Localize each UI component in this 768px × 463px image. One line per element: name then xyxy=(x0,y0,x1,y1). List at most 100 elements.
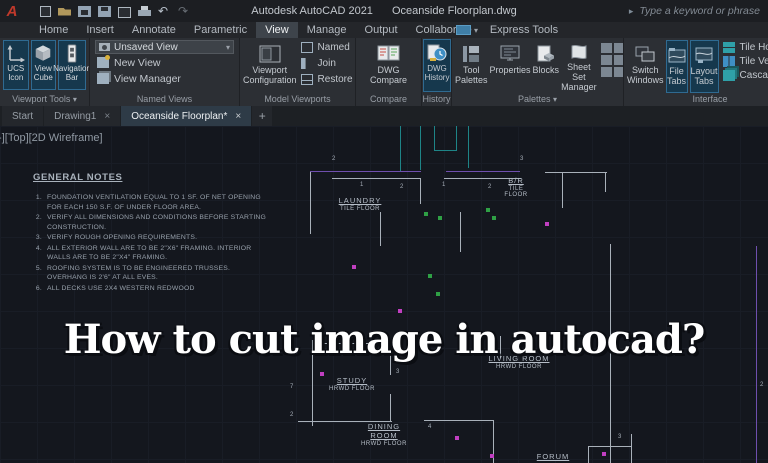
panel-label: Model Viewports xyxy=(264,94,331,104)
button-label: Properties xyxy=(489,65,531,75)
dwg-history-button[interactable]: DWG History xyxy=(423,39,451,92)
help-search[interactable]: ▸ Type a keyword or phrase xyxy=(629,0,760,22)
button-label: Tile Vertically xyxy=(739,55,768,67)
chevron-down-icon: ▾ xyxy=(474,25,479,35)
panel-label: History xyxy=(422,94,451,104)
file-tab-label: Oceanside Floorplan* xyxy=(131,110,228,122)
new-view-button[interactable]: New View xyxy=(95,55,234,70)
document-title: Oceanside Floorplan.dwg xyxy=(392,5,517,17)
join-button[interactable]: Join xyxy=(299,56,353,71)
button-label: Sheet Set Manager xyxy=(561,62,597,93)
redo-icon[interactable] xyxy=(178,6,191,17)
named-button[interactable]: Named xyxy=(299,40,353,55)
ucs-axes-icon xyxy=(6,42,26,64)
plan-number: 4 xyxy=(428,424,432,430)
title-bar: A Autodesk AutoCAD 2021 Oceanside Floorp… xyxy=(0,0,768,22)
button-label: Tile Horizontally xyxy=(739,41,768,53)
switch-windows-button[interactable]: Switch Windows xyxy=(627,40,664,93)
tile-vertically-button[interactable]: Tile Vertically xyxy=(721,54,768,68)
plan-marker xyxy=(436,292,440,296)
save-icon[interactable] xyxy=(78,5,91,17)
button-label: Restore xyxy=(317,74,353,85)
viewport-configuration-button[interactable]: Viewport Configuration xyxy=(243,40,297,93)
new-drawing-tab-button[interactable]: + xyxy=(252,106,273,126)
view-dropdown[interactable]: Unsaved View ▾ xyxy=(95,40,234,54)
dwg-compare-button[interactable]: DWG Compare xyxy=(364,40,414,93)
button-label: Join xyxy=(317,58,336,69)
close-icon[interactable]: × xyxy=(235,111,241,122)
drawing-canvas[interactable]: [-][Top][2D Wireframe] GENERAL NOTES 1. F… xyxy=(0,126,768,463)
button-label: DWG History xyxy=(424,64,450,82)
notes-title: GENERAL NOTES xyxy=(33,172,123,183)
file-tabs-icon xyxy=(667,43,687,67)
file-tab[interactable]: Start × xyxy=(2,106,44,126)
ucs-icon-button[interactable]: UCS Icon xyxy=(3,40,29,90)
palette-mini-icons[interactable] xyxy=(600,43,623,93)
button-label: View Manager xyxy=(114,72,181,85)
cube-icon xyxy=(33,42,53,64)
ribbon-tab[interactable]: Parametric xyxy=(185,22,256,38)
ribbon-tab[interactable]: Annotate xyxy=(123,22,185,38)
plan-marker xyxy=(602,452,606,456)
wall-segment xyxy=(456,126,457,151)
wall-segment xyxy=(468,126,469,168)
wall-segment xyxy=(380,212,381,246)
tile-horizontally-button[interactable]: Tile Horizontally xyxy=(721,40,768,54)
layout-tabs-button[interactable]: Layout Tabs xyxy=(689,40,719,93)
file-tab-label: Start xyxy=(12,110,34,122)
file-tab[interactable]: Oceanside Floorplan* × xyxy=(121,106,252,126)
print-icon[interactable] xyxy=(138,5,151,17)
wall-segment xyxy=(562,172,563,208)
cascade-button[interactable]: Cascade xyxy=(721,68,768,82)
open-file-icon[interactable] xyxy=(58,6,71,17)
blocks-button[interactable]: Blocks xyxy=(533,40,559,93)
file-tab[interactable]: Drawing1 × xyxy=(44,106,121,126)
search-input[interactable]: Type a keyword or phrase xyxy=(639,5,760,17)
button-label: Navigation Bar xyxy=(53,64,89,83)
plan-marker xyxy=(545,222,549,226)
restore-button[interactable]: Restore xyxy=(299,72,353,87)
close-icon[interactable]: × xyxy=(104,111,110,122)
app-title: Autodesk AutoCAD 2021 xyxy=(251,5,373,17)
tool-palettes-button[interactable]: Tool Palettes xyxy=(455,40,488,93)
plan-number: 1 xyxy=(442,182,446,188)
panel-label[interactable]: Palettes ▾ xyxy=(452,93,623,106)
properties-button[interactable]: Properties xyxy=(490,40,531,93)
panel-named-views: Unsaved View ▾ New View View Manager Nam… xyxy=(90,38,240,106)
plot-icon[interactable] xyxy=(118,6,131,18)
view-manager-button[interactable]: View Manager xyxy=(95,71,234,86)
panel-label[interactable]: Viewport Tools ▾ xyxy=(0,93,89,106)
view-dropdown-value: Unsaved View xyxy=(114,41,178,53)
overlay-headline: How to cut image in autocad? xyxy=(63,316,706,363)
ribbon-tab[interactable]: Home xyxy=(30,22,77,38)
tile-vertically-icon xyxy=(722,55,735,67)
sheet-set-manager-button[interactable]: Sheet Set Manager xyxy=(561,40,597,93)
file-tabs-button[interactable]: File Tabs xyxy=(665,40,688,93)
save-as-icon[interactable] xyxy=(98,5,111,17)
viewport-control[interactable]: [-][Top][2D Wireframe] xyxy=(0,132,103,144)
new-file-icon[interactable] xyxy=(38,5,51,17)
button-label: Switch Windows xyxy=(627,65,664,85)
layout-tabs-icon xyxy=(694,43,714,67)
button-label: New View xyxy=(114,56,161,69)
restore-viewport-icon xyxy=(300,74,313,85)
navigation-bar-icon xyxy=(67,42,77,64)
ribbon-tab[interactable]: Output xyxy=(356,22,407,38)
ribbon-tab[interactable]: View xyxy=(256,22,298,38)
undo-icon[interactable] xyxy=(158,6,171,17)
room-label: LAUNDRY TILE FLOOR xyxy=(338,196,382,212)
ribbon-tab[interactable]: Insert xyxy=(77,22,123,38)
wall-segment xyxy=(605,172,606,192)
dwg-compare-icon xyxy=(376,42,402,66)
workspace-icon xyxy=(456,25,471,35)
ribbon-tab[interactable]: Express Tools xyxy=(481,22,567,38)
plan-marker xyxy=(486,208,490,212)
workspace-switch[interactable]: ▾ xyxy=(456,25,478,35)
ribbon-tab-bar: Home Insert Annotate Parametric View Manage Ou… xyxy=(0,22,768,38)
navigation-bar-button[interactable]: Navigation Bar xyxy=(53,40,89,90)
autocad-logo-icon[interactable]: A xyxy=(0,0,24,22)
plan-number: 2 xyxy=(760,382,764,388)
ribbon-tab[interactable]: Manage xyxy=(298,22,356,38)
join-viewport-icon xyxy=(300,58,306,69)
wall-segment xyxy=(310,171,421,172)
